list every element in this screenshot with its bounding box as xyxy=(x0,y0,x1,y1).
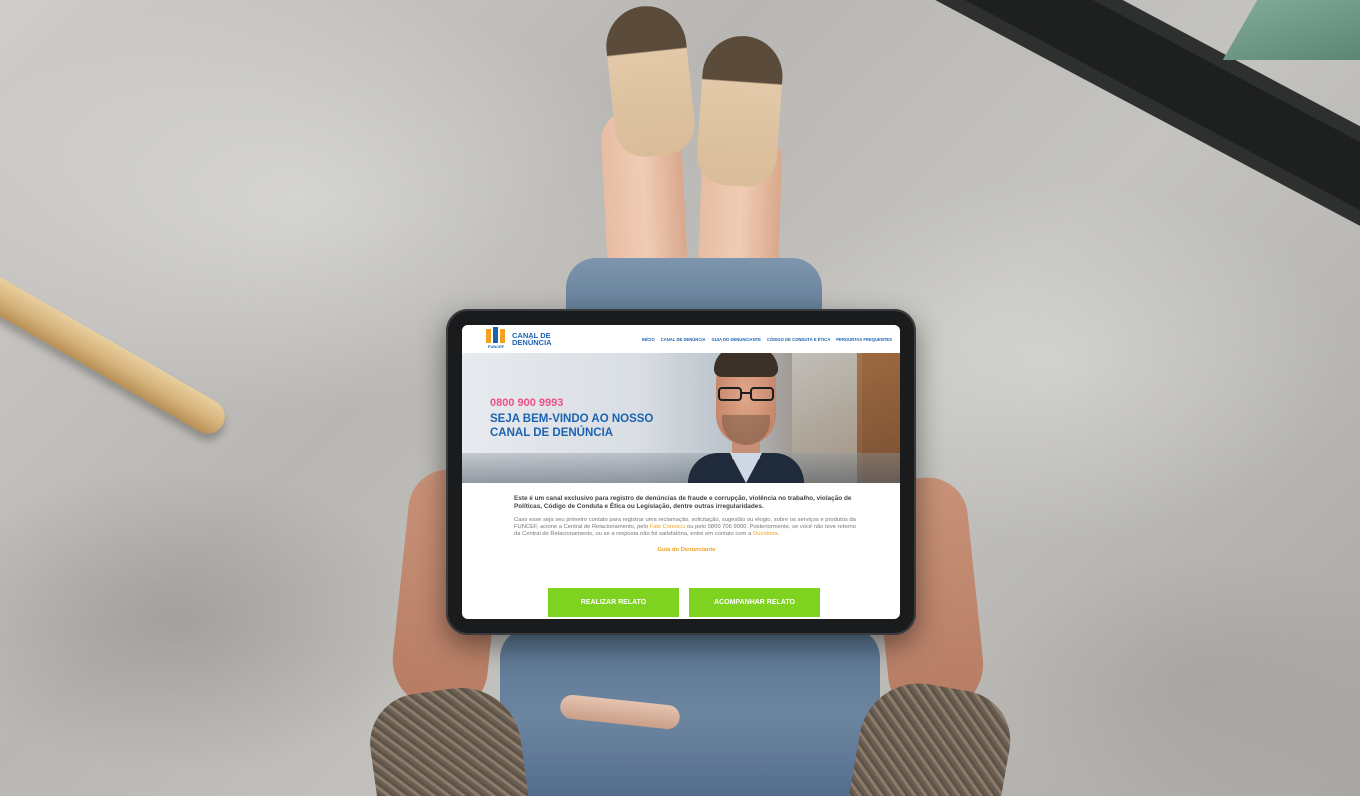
ouvidoria-link[interactable]: Ouvidoria xyxy=(753,531,778,537)
main-nav: INÍCIO CANAL DE DENÚNCIA GUIA DO DENUNCI… xyxy=(642,337,892,342)
nav-perguntas-frequentes[interactable]: PERGUNTAS FREQUENTES xyxy=(836,337,892,342)
logo-title: CANAL DE DENÚNCIA xyxy=(512,331,552,347)
intro-content: Este é um canal exclusivo para registro … xyxy=(514,495,859,553)
intro-body: Caso esse seja seu primeiro contato para… xyxy=(514,517,856,538)
realizar-relato-button[interactable]: REALIZAR RELATO xyxy=(548,588,679,617)
left-shoe xyxy=(602,2,698,160)
nav-canal-de-denuncia[interactable]: CANAL DE DENÚNCIA xyxy=(661,337,706,342)
hero-title: SEJA BEM-VINDO AO NOSSO CANAL DE DENÚNCI… xyxy=(490,413,654,439)
funcef-logo-icon: FUNCEF xyxy=(484,327,506,351)
tablet-screen: FUNCEF CANAL DE DENÚNCIA INÍCIO CANAL DE… xyxy=(462,325,900,619)
wooden-stick xyxy=(0,270,231,440)
hero-person-photo xyxy=(688,353,804,483)
nav-codigo-de-conduta[interactable]: CÓDIGO DE CONDUTA E ÉTICA xyxy=(767,337,830,342)
nav-guia-do-denunciante[interactable]: GUIA DO DENUNCIANTE xyxy=(712,337,761,342)
site-header: FUNCEF CANAL DE DENÚNCIA INÍCIO CANAL DE… xyxy=(462,325,900,353)
logo-brand: FUNCEF xyxy=(487,344,505,349)
intro-lead: Este é um canal exclusivo para registro … xyxy=(514,495,852,510)
acompanhar-relato-button[interactable]: ACOMPANHAR RELATO xyxy=(689,588,820,617)
guia-do-denunciante-link[interactable]: Guia do Denunciante xyxy=(514,547,859,553)
window-glass xyxy=(1222,0,1360,60)
hero-banner: 0800 900 9993 SEJA BEM-VINDO AO NOSSO CA… xyxy=(462,353,900,483)
fale-conosco-link[interactable]: Fale Conosco xyxy=(650,524,686,530)
action-buttons: REALIZAR RELATO ACOMPANHAR RELATO xyxy=(548,588,820,617)
jeans-lap xyxy=(500,628,880,796)
hero-phone-number: 0800 900 9993 xyxy=(490,397,564,409)
site-logo[interactable]: FUNCEF CANAL DE DENÚNCIA xyxy=(484,327,556,351)
nav-inicio[interactable]: INÍCIO xyxy=(642,337,655,342)
tablet-device: FUNCEF CANAL DE DENÚNCIA INÍCIO CANAL DE… xyxy=(446,309,916,635)
right-shoe xyxy=(694,33,786,189)
